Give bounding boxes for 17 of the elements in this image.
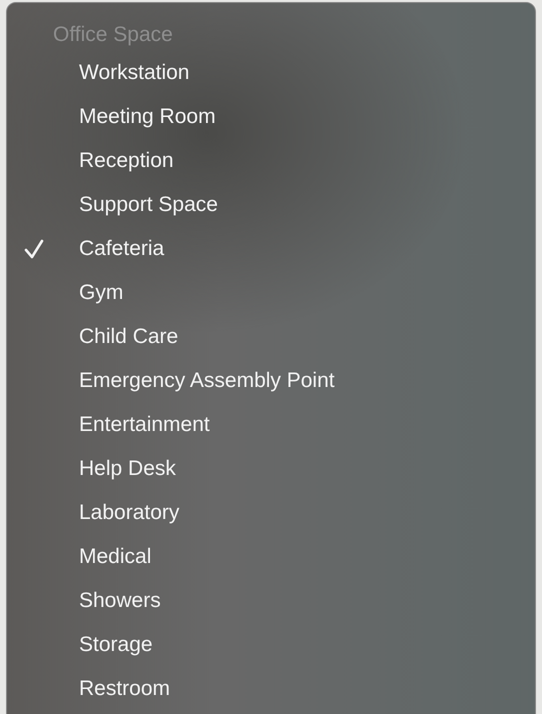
checkmark-icon — [23, 238, 45, 260]
menu-item[interactable]: Cafeteria — [7, 227, 535, 271]
menu-item[interactable]: Storage — [7, 623, 535, 667]
menu-item[interactable]: Laboratory — [7, 491, 535, 535]
menu-item[interactable]: Reception — [7, 139, 535, 183]
menu-item[interactable]: Restroom — [7, 667, 535, 711]
menu-item[interactable]: Support Space — [7, 183, 535, 227]
menu-item[interactable]: Showers — [7, 579, 535, 623]
menu-item[interactable]: Help Desk — [7, 447, 535, 491]
menu-item[interactable]: Entertainment — [7, 403, 535, 447]
menu-item[interactable]: Emergency Assembly Point — [7, 359, 535, 403]
menu-item[interactable]: Child Care — [7, 315, 535, 359]
menu-item[interactable]: Gym — [7, 271, 535, 315]
menu-item[interactable]: Meeting Room — [7, 95, 535, 139]
menu-item[interactable]: Workstation — [7, 51, 535, 95]
menu-item[interactable]: Medical — [7, 535, 535, 579]
menu-section-header: Office Space — [53, 22, 173, 48]
